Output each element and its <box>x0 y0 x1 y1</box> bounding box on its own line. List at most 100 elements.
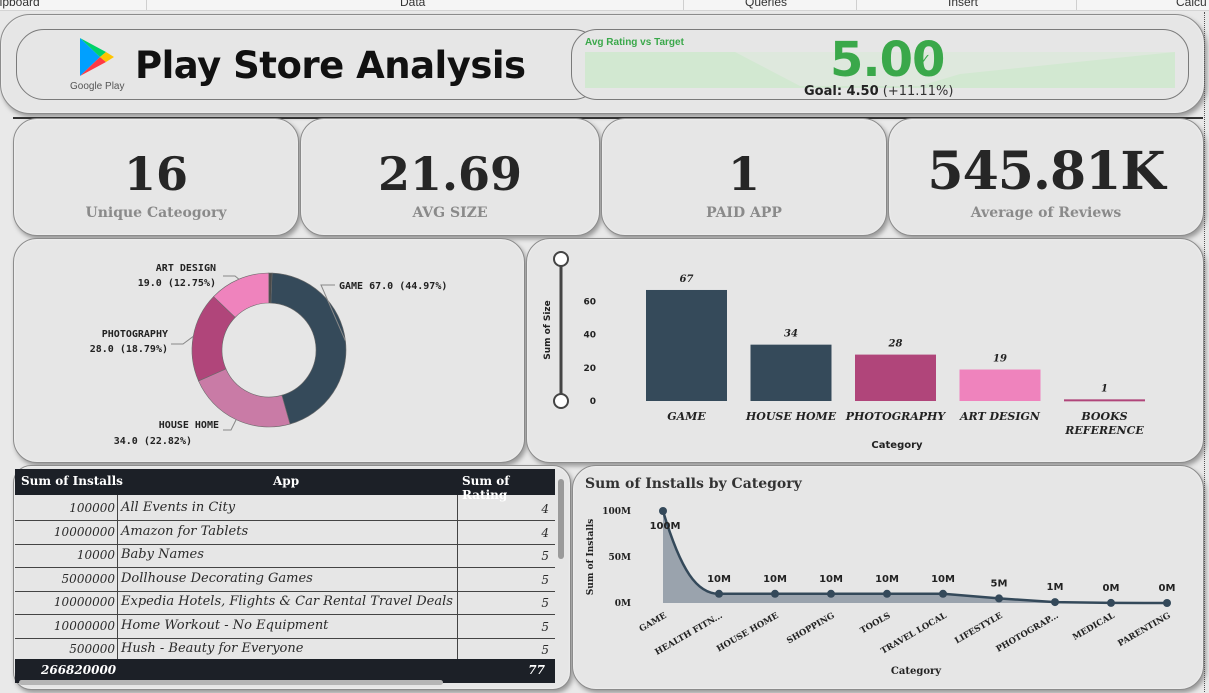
ribbon-group-data[interactable]: Data <box>400 0 425 9</box>
x-axis-tick-label: LIFESTYLE <box>953 611 1005 647</box>
data-point[interactable] <box>659 507 667 515</box>
table-row[interactable]: 10000000 Home Workout - No Equipment 5 <box>15 615 555 639</box>
data-point[interactable] <box>771 589 779 598</box>
data-point[interactable] <box>883 589 891 598</box>
cell-installs: 10000000 <box>53 618 115 633</box>
point-data-label: 5M <box>991 578 1008 589</box>
bar-data-label: 1 <box>1101 383 1108 394</box>
excel-ribbon-group-bar: lipboard Data Queries Insert Calcu <box>0 0 1209 11</box>
data-point[interactable] <box>1107 598 1115 607</box>
bar[interactable] <box>1064 399 1145 402</box>
y-axis-tick-label: 20 <box>583 364 596 374</box>
dashboard-title: Play Store Analysis <box>135 44 526 87</box>
column-header-app[interactable]: App <box>273 474 299 488</box>
x-axis-tick-label: HOUSE HOME <box>715 611 781 655</box>
cell-rating: 5 <box>541 549 549 563</box>
table-row[interactable]: 5000000 Dollhouse Decorating Games 5 <box>15 568 555 592</box>
donut-leader-line <box>223 419 237 431</box>
table-header: Sum of Installs App Sum of Rating <box>15 469 555 502</box>
cell-rating: 5 <box>541 643 549 657</box>
cell-installs: 10000000 <box>53 595 115 609</box>
google-play-logo-icon <box>78 36 116 78</box>
point-data-label: 0M <box>1159 583 1176 594</box>
data-point[interactable] <box>827 589 835 598</box>
total-rating: 77 <box>528 663 545 677</box>
bar[interactable] <box>855 354 936 401</box>
ribbon-divider <box>856 0 857 10</box>
ribbon-divider <box>1076 0 1077 10</box>
size-by-category-bar-chart: 0 20 40 60 Sum of Size 67 GAME 34 HOUSE HOME 28 PH… <box>543 251 1145 451</box>
data-point[interactable] <box>1051 598 1059 607</box>
x-axis-tick-label: BOOKS <box>1080 410 1127 423</box>
cell-app-name: Hush - Beauty for Everyone <box>121 641 304 656</box>
donut-data-label: 34.0 (22.82%) <box>114 436 192 447</box>
installs-area-fill <box>663 511 1167 603</box>
kpi-card-avg-size: 21.69 AVG SIZE <box>300 118 600 236</box>
cell-rating: 5 <box>541 572 549 587</box>
y-axis-title: Sum of Size <box>543 300 553 360</box>
ribbon-group-queries[interactable]: Queries <box>745 0 787 9</box>
cell-app-name: Dollhouse Decorating Games <box>121 570 313 586</box>
data-point[interactable] <box>715 589 723 598</box>
cell-app-name: Expedia Hotels, Flights & Car Rental Tra… <box>121 594 453 609</box>
y-axis-tick-label: 60 <box>583 298 596 308</box>
table-row[interactable]: 10000000 Amazon for Tablets 4 <box>15 521 555 545</box>
donut-leader-line <box>171 336 194 345</box>
range-slider-top-handle[interactable] <box>553 251 569 267</box>
y-axis-tick-label: 50M <box>609 553 632 563</box>
bar-data-label: 28 <box>888 339 903 350</box>
kpi-value: 545.81K <box>927 141 1165 202</box>
table-row[interactable]: 10000000 Expedia Hotels, Flights & Car Re… <box>15 591 555 615</box>
data-point[interactable] <box>939 589 947 598</box>
data-point[interactable] <box>995 594 1003 603</box>
table-row[interactable]: 100000 All Events in City 4 <box>15 497 555 521</box>
horizontal-scrollbar[interactable] <box>19 680 443 685</box>
kpi-card-avg-reviews: 545.81K Average of Reviews <box>888 118 1204 236</box>
bar[interactable] <box>646 289 727 401</box>
bar[interactable] <box>959 369 1041 401</box>
google-play-logo-label: Google Play <box>70 81 125 92</box>
installs-by-category-area-chart: 100MGAME10MHEALTH FITN...10MHOUSE HOME10… <box>586 507 1176 677</box>
kpi-label: Unique Cateogory <box>85 205 227 221</box>
kpi-goal-delta: (+11.11%) <box>882 84 954 99</box>
x-axis-title: Category <box>891 666 942 677</box>
cell-installs: 500000 <box>69 642 115 656</box>
donut-data-label: ART DESIGN <box>156 263 216 274</box>
ribbon-group-insert[interactable]: Insert <box>948 0 978 9</box>
x-axis-tick-label: GAME <box>638 611 669 635</box>
bar-data-label: 67 <box>680 274 694 285</box>
ribbon-group-calculation[interactable]: Calcu <box>1176 0 1207 9</box>
x-axis-tick-label: PARENTING <box>1116 611 1172 649</box>
kpi-value: 1 <box>727 147 760 201</box>
data-point[interactable] <box>1163 598 1171 607</box>
donut-data-label: GAME 67.0 (44.97%) <box>339 281 447 292</box>
selection-border-dotted <box>1204 12 1205 692</box>
range-slider-bottom-handle[interactable] <box>553 393 569 409</box>
point-data-label: 100M <box>650 521 681 532</box>
total-installs: 266820000 <box>41 663 117 677</box>
y-axis-title: Sum of Installs <box>586 519 596 595</box>
point-data-label: 0M <box>1103 583 1120 594</box>
ribbon-divider <box>146 0 147 10</box>
ribbon-group-clipboard[interactable]: lipboard <box>0 0 40 9</box>
kpi-card-categories: 16 Unique Cateogory <box>13 118 299 236</box>
kpi-label: AVG SIZE <box>412 205 488 221</box>
x-axis-tick-label: TOOLS <box>859 611 893 636</box>
point-data-label: 1M <box>1047 582 1064 593</box>
kpi-value: 21.69 <box>377 147 523 201</box>
column-header-installs[interactable]: Sum of Installs <box>21 474 123 488</box>
donut-data-label: PHOTOGRAPHY <box>102 329 168 340</box>
point-data-label: 10M <box>931 574 955 585</box>
kpi-label: PAID APP <box>706 205 782 221</box>
x-axis-title: Category <box>871 440 923 451</box>
vertical-scrollbar[interactable] <box>558 479 564 559</box>
cell-app-name: Baby Names <box>121 547 204 562</box>
cell-installs: 10000000 <box>53 524 115 539</box>
bar-data-label: 19 <box>993 354 1007 365</box>
table-row[interactable]: 10000 Baby Names 5 <box>15 544 555 568</box>
bar[interactable] <box>750 344 832 401</box>
bar-data-label: 34 <box>784 329 798 340</box>
cell-app-name: Amazon for Tablets <box>121 523 249 539</box>
donut-slice[interactable] <box>198 368 291 428</box>
kpi-status-check-icon: ✓ <box>920 52 931 67</box>
